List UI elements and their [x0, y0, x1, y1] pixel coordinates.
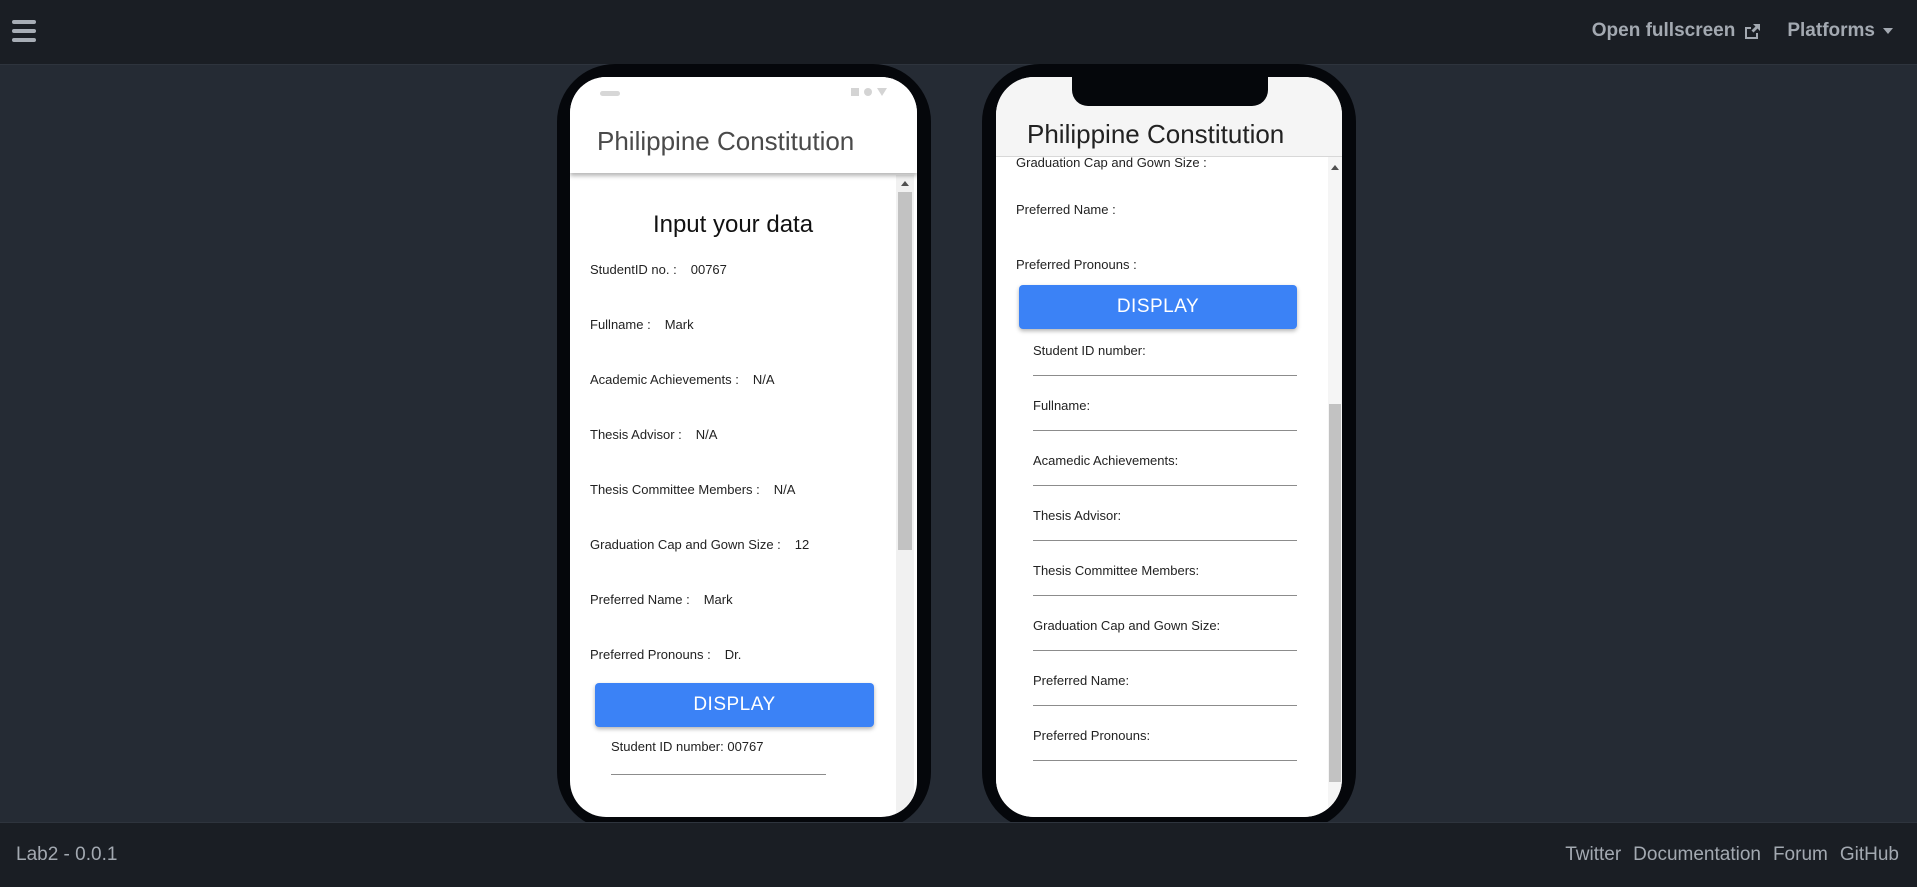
field-label: Academic Achievements :: [590, 372, 739, 387]
field-value[interactable]: 00767: [691, 262, 727, 277]
caret-down-icon: [1883, 28, 1893, 34]
scroll-down-icon[interactable]: [1331, 806, 1339, 811]
field-value[interactable]: Dr.: [725, 647, 742, 662]
platforms-dropdown[interactable]: Platforms: [1787, 20, 1893, 42]
field-value[interactable]: Mark: [704, 592, 733, 607]
form-scroll-area[interactable]: Graduation Cap and Gown Size : Preferred…: [996, 157, 1328, 817]
result-underline: [1033, 430, 1297, 431]
app-version: Lab2 - 0.0.1: [16, 844, 118, 865]
field-value[interactable]: 12: [795, 537, 809, 552]
display-button[interactable]: DISPLAY: [1019, 285, 1297, 329]
result-underline: [1033, 375, 1297, 376]
result-underline: [611, 774, 826, 775]
github-link[interactable]: GitHub: [1840, 844, 1899, 866]
result-thesis-committee: Thesis Committee Members:: [1033, 563, 1200, 578]
result-student-id: Student ID number: 00767: [611, 739, 764, 754]
phone-screen: Philippine Constitution Input your data …: [570, 77, 917, 817]
top-bar: Open fullscreen Platforms: [0, 0, 1917, 65]
scroll-up-icon[interactable]: [901, 181, 909, 186]
field-value[interactable]: N/A: [696, 427, 718, 442]
field-label: Preferred Name :: [590, 592, 690, 607]
field-label: Preferred Pronouns :: [1016, 257, 1137, 272]
twitter-link[interactable]: Twitter: [1565, 844, 1621, 866]
form-scroll-area[interactable]: Input your data StudentID no. : 00767 Ful…: [570, 175, 896, 817]
footer-links: Twitter Documentation Forum GitHub: [1565, 844, 1899, 866]
forum-link[interactable]: Forum: [1773, 844, 1828, 866]
open-fullscreen-button[interactable]: Open fullscreen: [1592, 20, 1762, 42]
app-bar: Philippine Constitution: [570, 77, 917, 173]
documentation-link[interactable]: Documentation: [1633, 844, 1761, 866]
result-fullname: Fullname:: [1033, 398, 1091, 413]
phone-ios: Philippine Constitution Graduation Cap a…: [982, 64, 1356, 830]
result-underline: [1033, 485, 1297, 486]
result-underline: [1033, 540, 1297, 541]
result-underline: [1033, 760, 1297, 761]
field-cap-gown-size: Graduation Cap and Gown Size :: [1016, 157, 1207, 170]
phone-notch: [1072, 77, 1268, 106]
display-button[interactable]: DISPLAY: [595, 683, 874, 727]
field-label: Thesis Committee Members :: [590, 482, 760, 497]
field-thesis-committee: Thesis Committee Members : N/A: [590, 482, 795, 497]
field-value[interactable]: N/A: [753, 372, 775, 387]
scrollbar-thumb[interactable]: [1329, 404, 1341, 782]
result-cap-gown-size: Graduation Cap and Gown Size:: [1033, 618, 1221, 633]
result-preferred-name: Preferred Name:: [1033, 673, 1130, 688]
result-underline: [1033, 650, 1297, 651]
field-label: StudentID no. :: [590, 262, 677, 277]
result-student-id: Student ID number:: [1033, 343, 1146, 358]
field-student-id: StudentID no. : 00767: [590, 262, 727, 277]
status-bar: [570, 77, 917, 101]
app-title: Philippine Constitution: [1027, 119, 1285, 149]
open-fullscreen-label: Open fullscreen: [1591, 20, 1736, 41]
field-preferred-pronouns: Preferred Pronouns : Dr.: [590, 647, 741, 662]
field-value[interactable]: N/A: [774, 482, 796, 497]
field-label: Fullname :: [590, 317, 651, 332]
scroll-up-icon[interactable]: [1331, 165, 1339, 170]
field-label: Preferred Name :: [1016, 202, 1116, 217]
wifi-icon: [864, 88, 872, 96]
field-label: Graduation Cap and Gown Size :: [1016, 157, 1207, 170]
field-academic-achievements: Academic Achievements : N/A: [590, 372, 775, 387]
scrollbar-thumb[interactable]: [898, 192, 912, 550]
field-value[interactable]: Mark: [665, 317, 694, 332]
status-pill-icon: [600, 91, 620, 96]
external-link-icon: [1745, 23, 1761, 39]
battery-icon: [877, 88, 887, 96]
field-cap-gown-size: Graduation Cap and Gown Size : 12: [590, 537, 809, 552]
form-heading: Input your data: [652, 211, 814, 238]
app-title: Philippine Constitution: [597, 126, 855, 156]
status-icons: [851, 88, 887, 96]
field-preferred-name: Preferred Name : Mark: [590, 592, 733, 607]
footer-bar: Lab2 - 0.0.1 Twitter Documentation Forum…: [0, 822, 1917, 887]
field-preferred-name: Preferred Name :: [1016, 202, 1116, 217]
top-actions: Open fullscreen Platforms: [1592, 20, 1893, 42]
field-fullname: Fullname : Mark: [590, 317, 694, 332]
field-thesis-advisor: Thesis Advisor : N/A: [590, 427, 717, 442]
result-thesis-advisor: Thesis Advisor:: [1033, 508, 1122, 523]
field-label: Thesis Advisor :: [590, 427, 682, 442]
result-academic-achievements: Acamedic Achievements:: [1033, 453, 1179, 468]
platforms-label: Platforms: [1787, 20, 1875, 41]
result-underline: [1033, 705, 1297, 706]
field-label: Preferred Pronouns :: [590, 647, 711, 662]
field-preferred-pronouns: Preferred Pronouns :: [1016, 257, 1137, 272]
phone-android: Philippine Constitution Input your data …: [557, 64, 931, 830]
field-label: Graduation Cap and Gown Size :: [590, 537, 781, 552]
scrollbar[interactable]: [1328, 157, 1342, 817]
result-underline: [1033, 595, 1297, 596]
result-preferred-pronouns: Preferred Pronouns:: [1033, 728, 1151, 743]
phone-screen: Philippine Constitution Graduation Cap a…: [996, 77, 1342, 817]
signal-icon: [851, 88, 859, 96]
menu-icon[interactable]: [12, 20, 36, 42]
scrollbar[interactable]: [896, 175, 914, 817]
